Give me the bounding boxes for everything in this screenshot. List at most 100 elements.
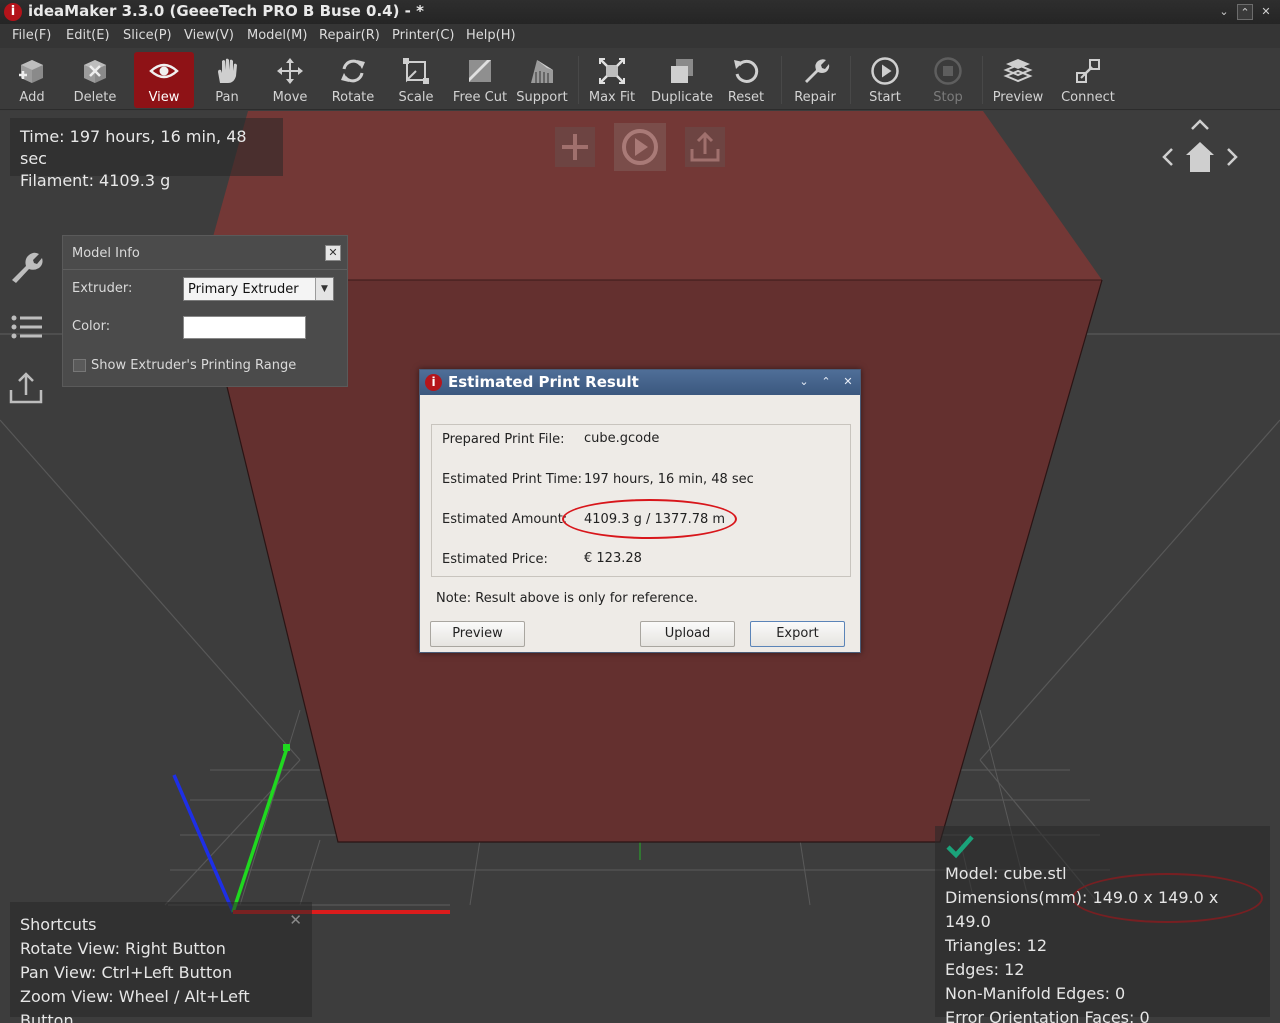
max-fit-label: Max Fit [588,90,636,105]
scale-icon [403,58,429,84]
repair-button[interactable]: Repair [788,52,842,108]
connect-icon [1076,59,1100,83]
preview-button[interactable]: Preview [988,52,1048,108]
toolbar-separator [850,56,851,104]
menu-file[interactable]: File(F) [12,28,51,43]
dialog-title-bar: i Estimated Print Result ⌄ ⌃ ✕ [420,370,860,395]
delete-label: Delete [73,90,117,105]
window-title: ideaMaker 3.3.0 (GeeeTech PRO B Buse 0.4… [28,2,424,20]
close-icon[interactable]: ✕ [840,374,856,390]
print-info-panel: Time: 197 hours, 16 min, 48 sec Filament… [10,118,283,190]
menu-edit[interactable]: Edit(E) [66,28,110,43]
print-time-text: Time: 197 hours, 16 min, 48 sec [20,127,247,168]
maximize-icon[interactable]: ⌃ [818,374,834,390]
stop-circle-icon [934,57,962,85]
show-range-checkbox[interactable] [73,359,86,372]
model-info-title: Model Info [72,246,140,261]
delete-button[interactable]: Delete [66,52,124,108]
extruder-select[interactable]: Primary Extruder ▼ [183,277,334,301]
pan-button[interactable]: Pan [200,52,254,108]
upload-button[interactable]: Upload [640,621,735,647]
repair-label: Repair [794,90,836,105]
hand-icon [218,58,237,83]
shortcuts-panel: ✕ Shortcuts Rotate View: Right Button Pa… [10,902,312,1023]
list-icon[interactable] [8,308,46,346]
shortcut-line: Rotate View: Right Button [20,939,226,958]
minimize-icon[interactable]: ⌄ [1216,4,1232,20]
menu-printer[interactable]: Printer(C) [392,28,454,43]
connect-label: Connect [1061,90,1115,105]
menu-repair[interactable]: Repair(R) [319,28,380,43]
close-icon[interactable]: ✕ [1258,4,1274,20]
free-cut-label: Free Cut [452,90,508,105]
shortcut-line: Pan View: Ctrl+Left Button [20,963,233,982]
close-icon[interactable]: ✕ [289,908,302,932]
rotate-button[interactable]: Rotate [324,52,382,108]
maximize-icon[interactable]: ⌃ [1237,4,1253,20]
color-swatch[interactable] [183,316,306,339]
preview-label: Preview [992,90,1044,105]
price-value: € 123.28 [584,551,642,566]
model-stats-panel: Model: cube.stl Dimensions(mm): 149.0 x … [935,826,1270,1023]
export-button[interactable]: Export [750,621,845,647]
nav-left-icon [1162,148,1173,166]
extruder-select-value: Primary Extruder [188,282,299,297]
dimensions-row: Dimensions(mm): 149.0 x 149.0 x 149.0 [945,886,1260,934]
home-icon [1186,142,1214,172]
support-button[interactable]: Support [514,52,570,108]
nav-up-icon [1191,119,1209,130]
quick-export-icon[interactable] [685,127,725,167]
delete-cube-icon [84,60,106,83]
stop-button[interactable]: Stop [920,52,976,108]
free-cut-button[interactable]: Free Cut [450,52,510,108]
move-button[interactable]: Move [263,52,317,108]
view-navigation [1162,119,1238,172]
non-manifold-count: Non-Manifold Edges: 0 [945,984,1126,1003]
chevron-down-icon: ▼ [315,278,333,300]
app-logo-icon: i [425,374,442,391]
show-range-label: Show Extruder's Printing Range [91,358,297,373]
menu-slice[interactable]: Slice(P) [123,28,172,43]
menu-model[interactable]: Model(M) [247,28,307,43]
rotate-icon [341,59,365,83]
toolbar: Add Delete View Pan Move Rotate Scale Fr… [0,48,1280,110]
move-label: Move [272,90,308,105]
duplicate-icon [671,59,693,83]
model-name: Model: cube.stl [945,864,1067,883]
view-button[interactable]: View [134,52,194,108]
connect-button[interactable]: Connect [1056,52,1120,108]
duplicate-label: Duplicate [651,90,713,105]
model-settings-wrench-icon[interactable] [8,248,46,286]
start-button[interactable]: Start [858,52,912,108]
menu-view[interactable]: View(V) [184,28,234,43]
quick-add-icon[interactable] [555,127,595,167]
ideamaker-window: i ideaMaker 3.3.0 (GeeeTech PRO B Buse 0… [0,0,1280,1023]
upload-icon[interactable] [8,368,46,406]
reset-label: Reset [727,90,765,105]
quick-slice-play-icon[interactable] [614,123,666,171]
max-fit-icon [599,58,625,84]
wrench-icon [805,59,830,83]
duplicate-button[interactable]: Duplicate [648,52,716,108]
scale-button[interactable]: Scale [390,52,442,108]
model-info-panel: Model Info ✕ Extruder: Primary Extruder … [62,235,348,387]
max-fit-button[interactable]: Max Fit [584,52,640,108]
shortcuts-title: Shortcuts [20,915,97,934]
filament-text: Filament: 4109.3 g [20,171,171,190]
add-button[interactable]: Add [4,52,60,108]
eye-icon [149,63,179,79]
amount-highlight-ellipse [562,499,737,539]
minimize-icon[interactable]: ⌄ [796,374,812,390]
model-info-header: Model Info ✕ [63,236,347,270]
reference-note: Note: Result above is only for reference… [436,591,698,606]
pan-label: Pan [215,90,239,105]
menu-bar: File(F) Edit(E) Slice(P) View(V) Model(M… [0,24,1280,48]
preview-dialog-button[interactable]: Preview [430,621,525,647]
color-label: Color: [72,319,111,334]
shortcut-line: Zoom View: Wheel / Alt+Left Button [20,987,250,1023]
title-bar: i ideaMaker 3.3.0 (GeeeTech PRO B Buse 0… [0,0,1280,24]
triangles-count: Triangles: 12 [945,936,1048,955]
menu-help[interactable]: Help(H) [466,28,516,43]
close-icon[interactable]: ✕ [325,245,341,261]
reset-button[interactable]: Reset [720,52,772,108]
